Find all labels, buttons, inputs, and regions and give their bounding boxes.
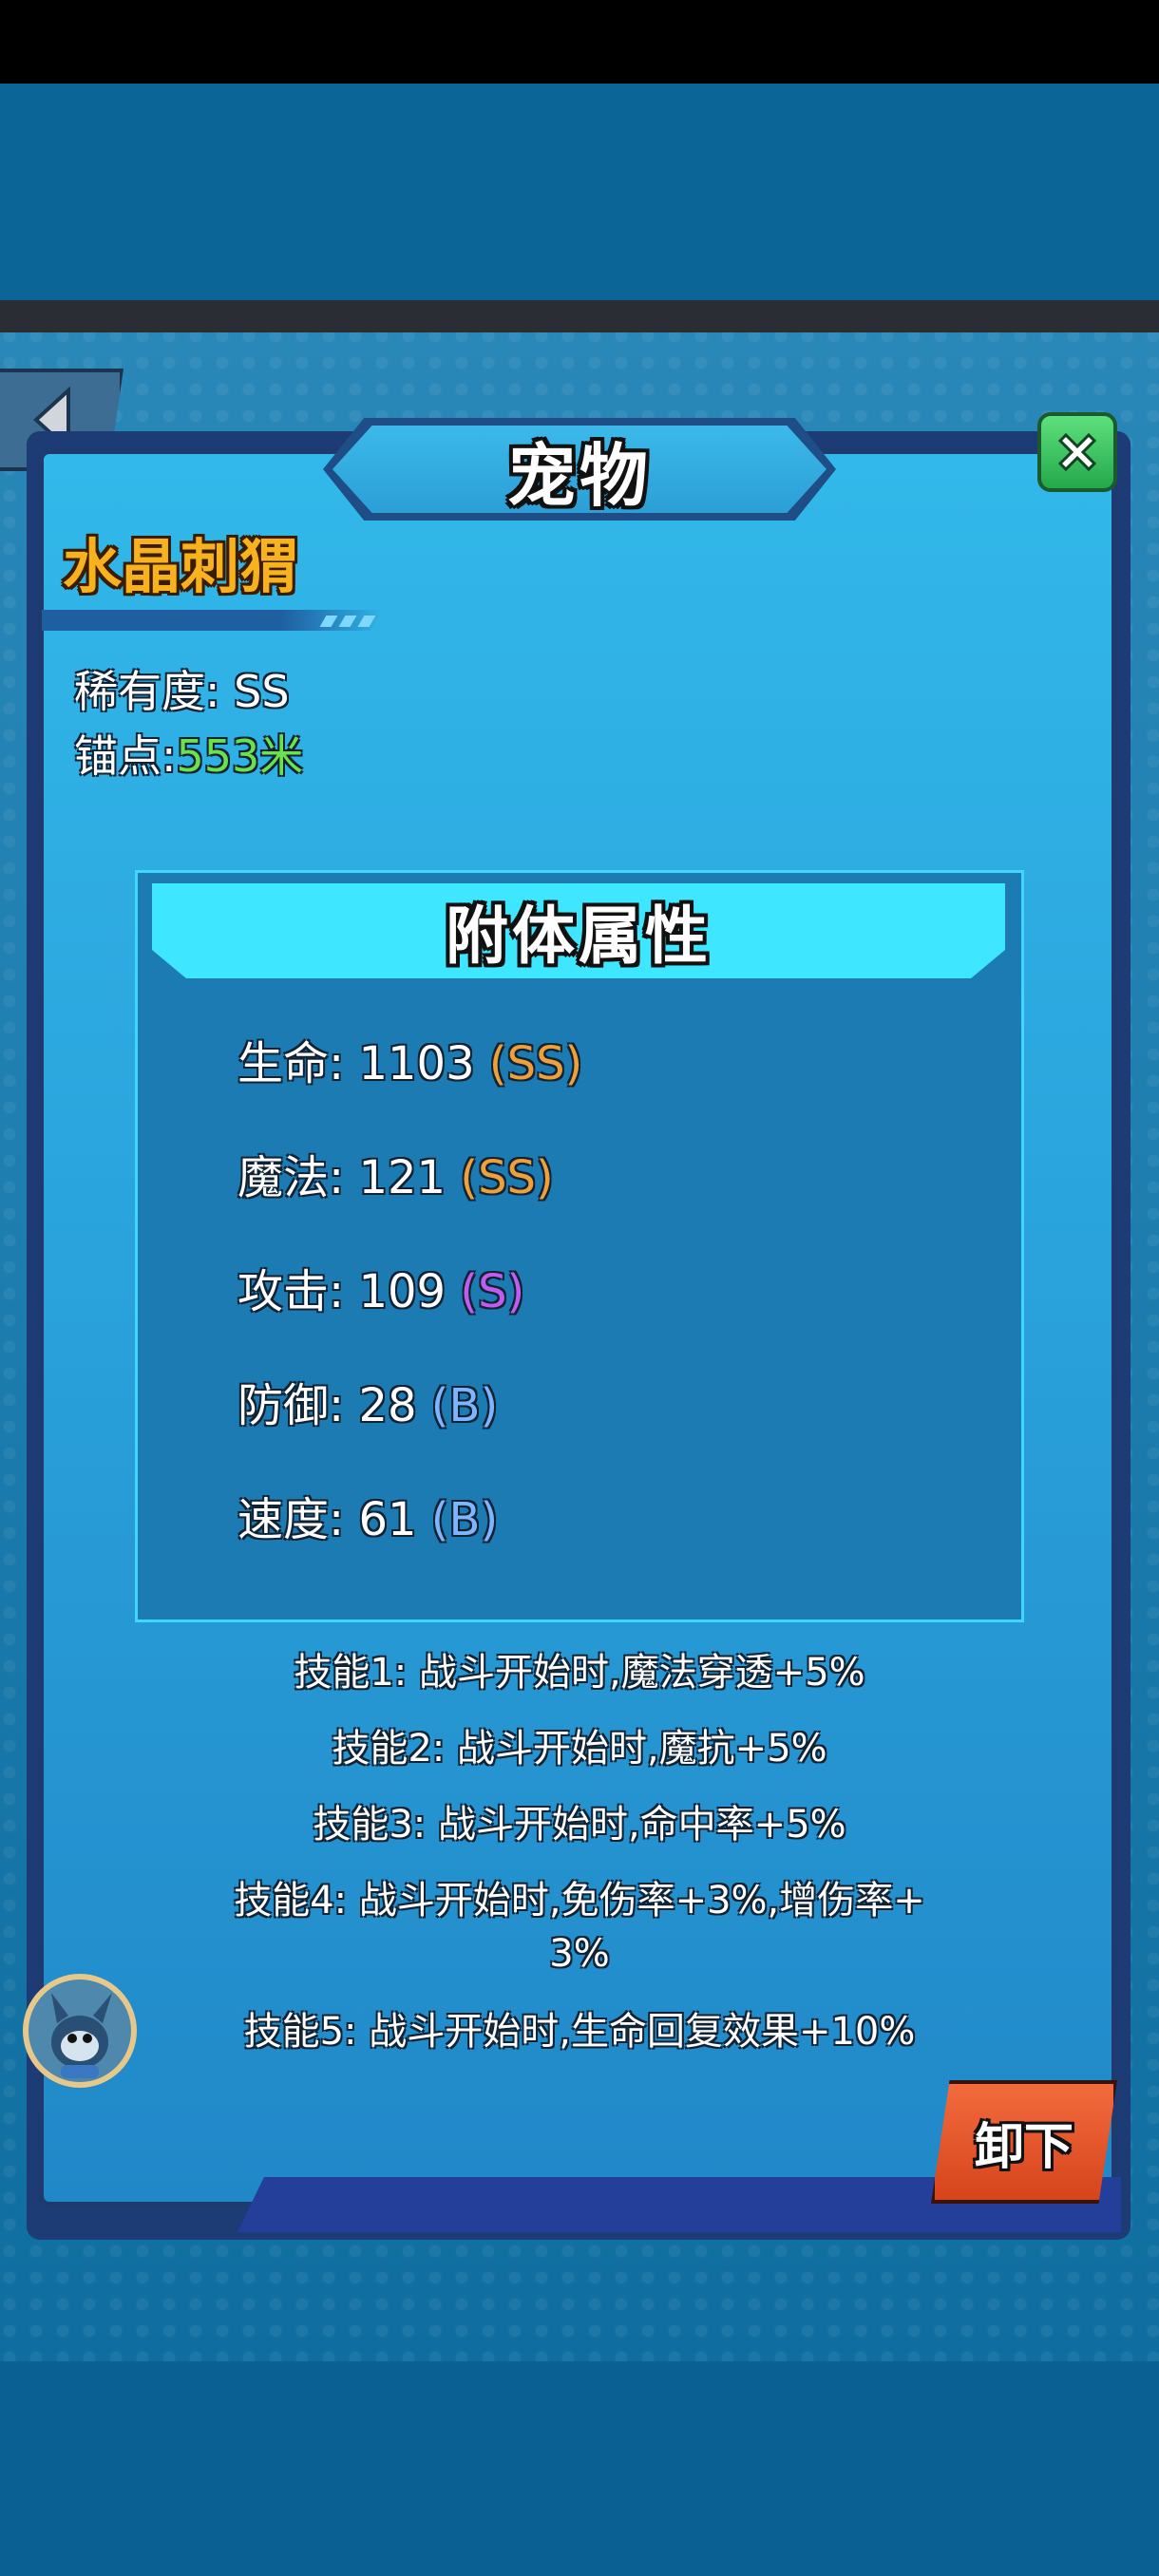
close-icon xyxy=(1057,432,1097,472)
skill-2: 技能2: 战斗开始时,魔抗+5% xyxy=(332,1727,827,1771)
attribute-row-mp: 魔法: 121 (SS) xyxy=(238,1140,554,1206)
attribute-grade: (SS) xyxy=(460,1151,554,1204)
attribute-row-attack: 攻击: 109 (S) xyxy=(238,1254,524,1320)
attribute-row-speed: 速度: 61 (B) xyxy=(238,1482,498,1548)
skill-4: 技能4: 战斗开始时,免伤率+3%,增伤率+ xyxy=(234,1879,925,1923)
attribute-label: 攻击: xyxy=(238,1265,345,1318)
top-background xyxy=(0,84,1159,300)
attribute-label: 魔法: xyxy=(238,1151,345,1204)
attribute-grade: (B) xyxy=(430,1379,499,1432)
skill-1: 技能1: 战斗开始时,魔法穿透+5% xyxy=(294,1651,865,1695)
attribute-grade: (SS) xyxy=(488,1037,583,1090)
attribute-label: 速度: xyxy=(238,1493,345,1546)
attribute-label: 生命: xyxy=(238,1037,345,1090)
attribute-value: 121 xyxy=(358,1151,446,1204)
attribute-row-hp: 生命: 1103 (SS) xyxy=(238,1026,582,1092)
unequip-label: 卸下 xyxy=(974,2118,1074,2176)
attribute-header-title: 附体属性 xyxy=(446,900,712,973)
rarity-line: 稀有度: SS xyxy=(74,657,290,720)
anchor-label: 锚点: xyxy=(74,730,177,782)
pet-avatar[interactable] xyxy=(23,1974,137,2088)
attribute-header: 附体属性 xyxy=(152,883,1005,978)
skill-4-continued: 3% xyxy=(549,1932,610,1976)
title-banner: 宠物 xyxy=(332,426,826,513)
pet-avatar-icon xyxy=(51,1993,112,2078)
pet-name: 水晶刺猬 xyxy=(63,532,299,601)
attribute-value: 1103 xyxy=(358,1037,475,1090)
bottom-background xyxy=(0,2361,1159,2576)
attribute-value: 28 xyxy=(358,1379,417,1432)
game-top-strip xyxy=(0,300,1159,332)
skill-3: 技能3: 战斗开始时,命中率+5% xyxy=(313,1803,846,1847)
anchor-line: 锚点:553米 xyxy=(74,722,303,785)
anchor-value: 553米 xyxy=(176,730,304,782)
attribute-label: 防御: xyxy=(238,1379,345,1432)
rarity-label: 稀有度: xyxy=(74,666,220,717)
rarity-value: SS xyxy=(234,666,290,717)
skill-5: 技能5: 战斗开始时,生命回复效果+10% xyxy=(243,2010,916,2054)
attribute-value: 61 xyxy=(358,1493,417,1546)
unequip-button[interactable]: 卸下 xyxy=(931,2080,1117,2204)
attribute-value: 109 xyxy=(358,1265,446,1318)
close-button[interactable] xyxy=(1037,412,1117,492)
attribute-row-defense: 防御: 28 (B) xyxy=(238,1368,498,1434)
attribute-grade: (S) xyxy=(460,1265,525,1318)
attribute-grade: (B) xyxy=(430,1493,499,1546)
dialog-title: 宠物 xyxy=(506,435,652,516)
status-bar xyxy=(0,0,1159,84)
